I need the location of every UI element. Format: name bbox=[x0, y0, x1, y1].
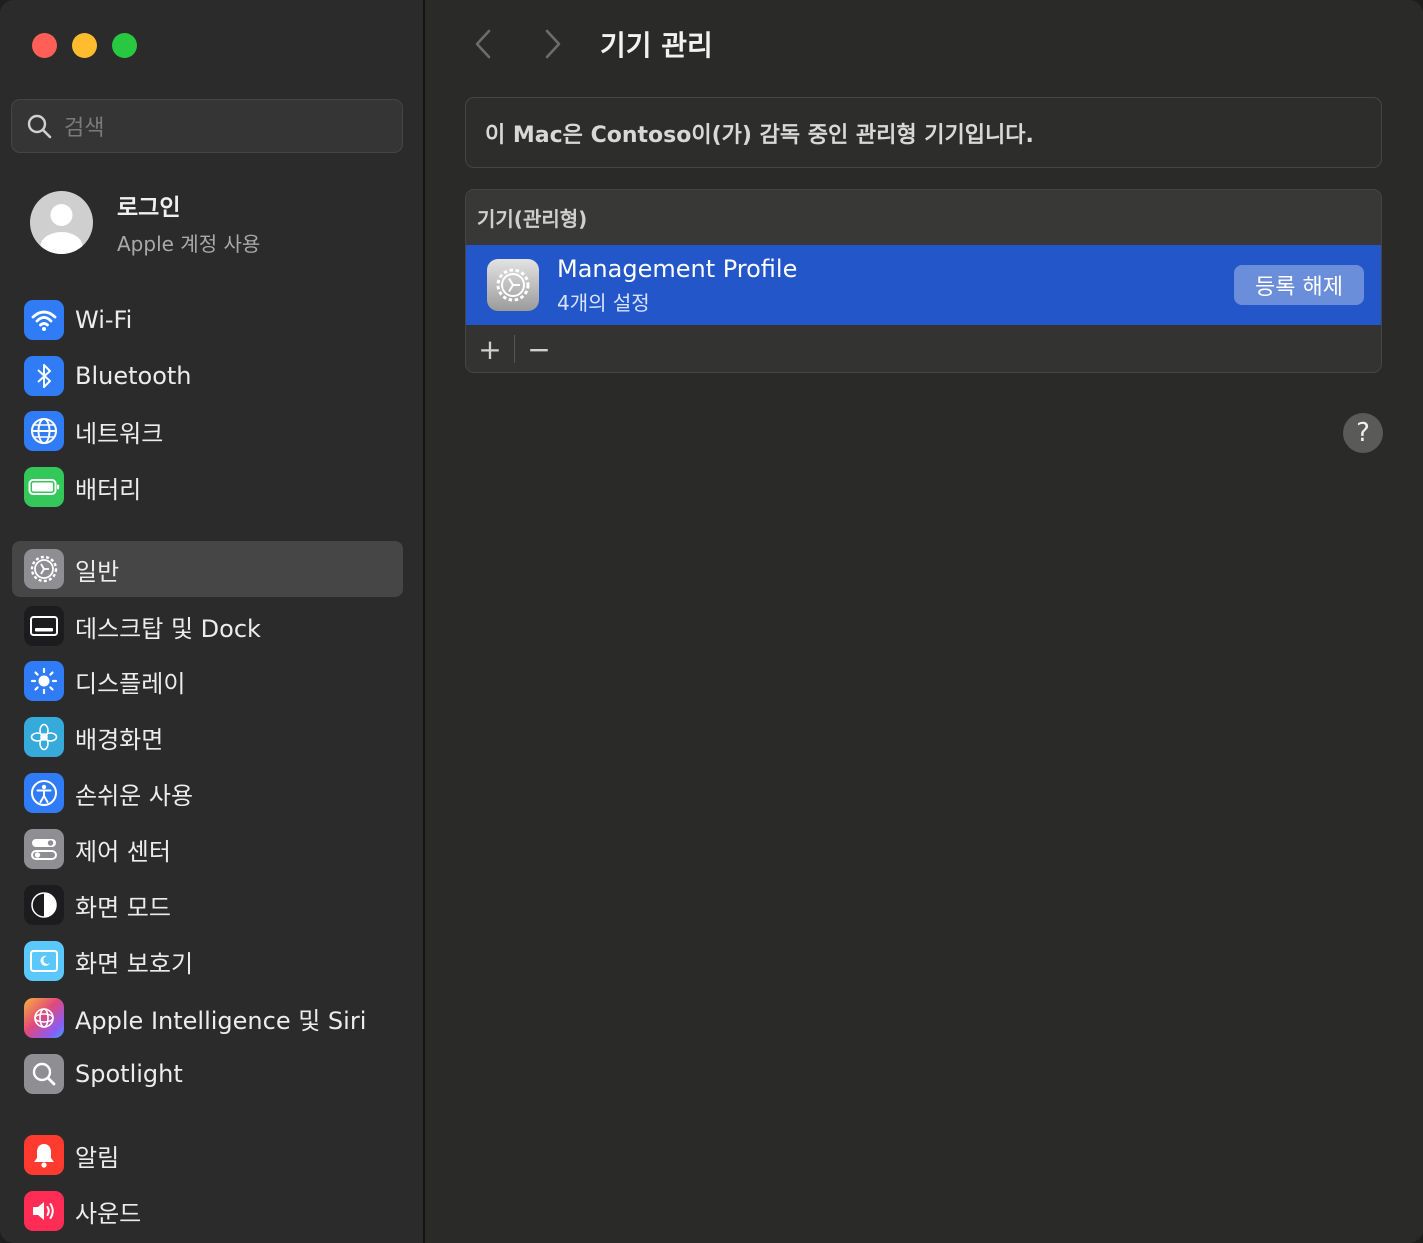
screensaver-icon bbox=[24, 941, 64, 981]
accessibility-icon bbox=[24, 773, 64, 813]
sidebar-item-wallpaper[interactable]: 배경화면 bbox=[12, 709, 403, 765]
profile-row[interactable]: Management Profile 4개의 설정 등록 해제 bbox=[466, 245, 1381, 325]
sidebar-item-battery[interactable]: 배터리 bbox=[12, 459, 403, 515]
sidebar-item-label: 디스플레이 bbox=[75, 669, 186, 698]
account-subtitle: Apple 계정 사용 bbox=[117, 232, 261, 256]
sidebar-item-label: 배터리 bbox=[75, 475, 142, 504]
sun-icon bbox=[24, 661, 64, 701]
gear-icon bbox=[487, 259, 539, 311]
search-placeholder: 검색 bbox=[64, 116, 105, 141]
help-button[interactable]: ? bbox=[1343, 413, 1383, 453]
sidebar-item-display[interactable]: 디스플레이 bbox=[12, 653, 403, 709]
remove-button[interactable]: − bbox=[515, 325, 563, 372]
devices-header: 기기(관리형) bbox=[466, 190, 1381, 245]
sidebar-item-label: 사운드 bbox=[75, 1199, 142, 1228]
sidebar-item-label: Bluetooth bbox=[75, 362, 192, 390]
speaker-icon bbox=[24, 1191, 64, 1231]
sidebar-item-spotlight[interactable]: Spotlight bbox=[12, 1046, 403, 1102]
globe-icon bbox=[24, 411, 64, 451]
sidebar-item-accessibility[interactable]: 손쉬운 사용 bbox=[12, 765, 403, 821]
unenroll-button[interactable]: 등록 해제 bbox=[1234, 265, 1364, 305]
avatar bbox=[30, 191, 93, 254]
managed-devices-list: 기기(관리형) Management Profile 4개의 설정 등록 해제 … bbox=[465, 189, 1382, 373]
search-icon bbox=[27, 114, 52, 139]
window-controls bbox=[32, 33, 137, 58]
bell-icon bbox=[24, 1135, 64, 1175]
sidebar-item-label: 일반 bbox=[75, 557, 120, 586]
sidebar-item-control-center[interactable]: 제어 센터 bbox=[12, 821, 403, 877]
appearance-icon bbox=[24, 885, 64, 925]
sidebar-item-label: 제어 센터 bbox=[75, 837, 171, 866]
sidebar-item-label: 화면 보호기 bbox=[75, 949, 194, 978]
sidebar-item-label: 화면 모드 bbox=[75, 893, 171, 922]
list-toolbar: + − bbox=[466, 325, 563, 372]
sidebar-item-desktop-dock[interactable]: 데스크탑 및 Dock bbox=[12, 598, 403, 654]
sidebar: 검색 로그인 Apple 계정 사용 Wi-Fi Bluetooth 네트워크 … bbox=[0, 0, 425, 1243]
sidebar-item-sound[interactable]: 사운드 bbox=[12, 1183, 403, 1239]
sidebar-item-label: 알림 bbox=[75, 1143, 120, 1172]
sidebar-item-appearance[interactable]: 화면 모드 bbox=[12, 877, 403, 933]
magnifier-icon bbox=[24, 1054, 64, 1094]
person-icon bbox=[40, 204, 83, 254]
managed-info-box: 이 Mac은 Contoso이(가) 감독 중인 관리형 기기입니다. bbox=[465, 97, 1382, 168]
search-input[interactable]: 검색 bbox=[11, 99, 403, 153]
sidebar-item-siri[interactable]: Apple Intelligence 및 Siri bbox=[12, 990, 403, 1046]
sidebar-item-label: 데스크탑 및 Dock bbox=[75, 614, 261, 643]
account-name: 로그인 bbox=[117, 195, 181, 221]
gear-icon bbox=[24, 549, 64, 589]
toggles-icon bbox=[24, 829, 64, 869]
main-content: 기기 관리 이 Mac은 Contoso이(가) 감독 중인 관리형 기기입니다… bbox=[425, 0, 1423, 1243]
bluetooth-icon bbox=[24, 356, 64, 396]
managed-info-text: 이 Mac은 Contoso이(가) 감독 중인 관리형 기기입니다. bbox=[485, 122, 1034, 148]
sidebar-item-label: 네트워크 bbox=[75, 419, 164, 448]
sidebar-item-wifi[interactable]: Wi-Fi bbox=[12, 292, 403, 348]
sidebar-item-label: 배경화면 bbox=[75, 725, 164, 754]
page-title: 기기 관리 bbox=[600, 29, 713, 62]
close-button[interactable] bbox=[32, 33, 57, 58]
profile-subtitle: 4개의 설정 bbox=[557, 290, 650, 315]
sidebar-item-label: Apple Intelligence 및 Siri bbox=[75, 1006, 367, 1035]
sidebar-item-general[interactable]: 일반 bbox=[12, 541, 403, 597]
sidebar-item-label: 손쉬운 사용 bbox=[75, 781, 194, 810]
flower-icon bbox=[24, 717, 64, 757]
wifi-icon bbox=[24, 300, 64, 340]
chevron-left-icon[interactable] bbox=[471, 28, 495, 60]
sidebar-item-label: Wi-Fi bbox=[75, 306, 133, 334]
sidebar-item-notifications[interactable]: 알림 bbox=[12, 1127, 403, 1183]
siri-icon bbox=[24, 998, 64, 1038]
sidebar-item-bluetooth[interactable]: Bluetooth bbox=[12, 348, 403, 404]
account-row[interactable]: 로그인 Apple 계정 사용 bbox=[30, 188, 260, 257]
sidebar-item-screensaver[interactable]: 화면 보호기 bbox=[12, 933, 403, 989]
battery-icon bbox=[24, 467, 64, 507]
chevron-right-icon[interactable] bbox=[541, 28, 565, 60]
profile-name: Management Profile bbox=[557, 254, 798, 283]
sidebar-item-label: Spotlight bbox=[75, 1060, 183, 1088]
zoom-button[interactable] bbox=[112, 33, 137, 58]
minimize-button[interactable] bbox=[72, 33, 97, 58]
add-button[interactable]: + bbox=[466, 325, 514, 372]
settings-window: 검색 로그인 Apple 계정 사용 Wi-Fi Bluetooth 네트워크 … bbox=[0, 0, 1423, 1243]
dock-icon bbox=[24, 606, 64, 646]
sidebar-item-network[interactable]: 네트워크 bbox=[12, 403, 403, 459]
